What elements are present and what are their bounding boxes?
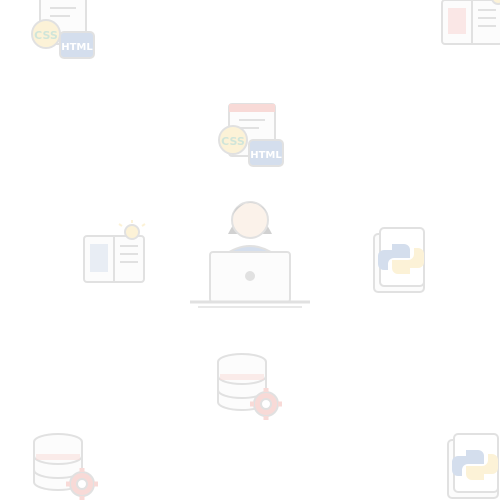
svg-text:HTML: HTML xyxy=(250,150,282,161)
developer-with-laptop-icon xyxy=(188,190,312,310)
book-lightbulb-icon xyxy=(80,220,152,290)
database-gear-icon xyxy=(214,352,286,424)
html-css-file-icon: CSS HTML xyxy=(215,100,287,172)
open-book-icon xyxy=(440,0,500,52)
database-gear-icon xyxy=(30,432,102,500)
python-file-icon xyxy=(370,226,430,296)
svg-text:HTML: HTML xyxy=(61,42,93,53)
python-file-icon xyxy=(444,432,500,500)
background-pattern: CSS HTML CSS HTML xyxy=(0,0,500,500)
svg-text:CSS: CSS xyxy=(221,135,245,148)
html-css-file-icon: CSS HTML xyxy=(30,0,100,62)
svg-text:CSS: CSS xyxy=(34,29,58,42)
